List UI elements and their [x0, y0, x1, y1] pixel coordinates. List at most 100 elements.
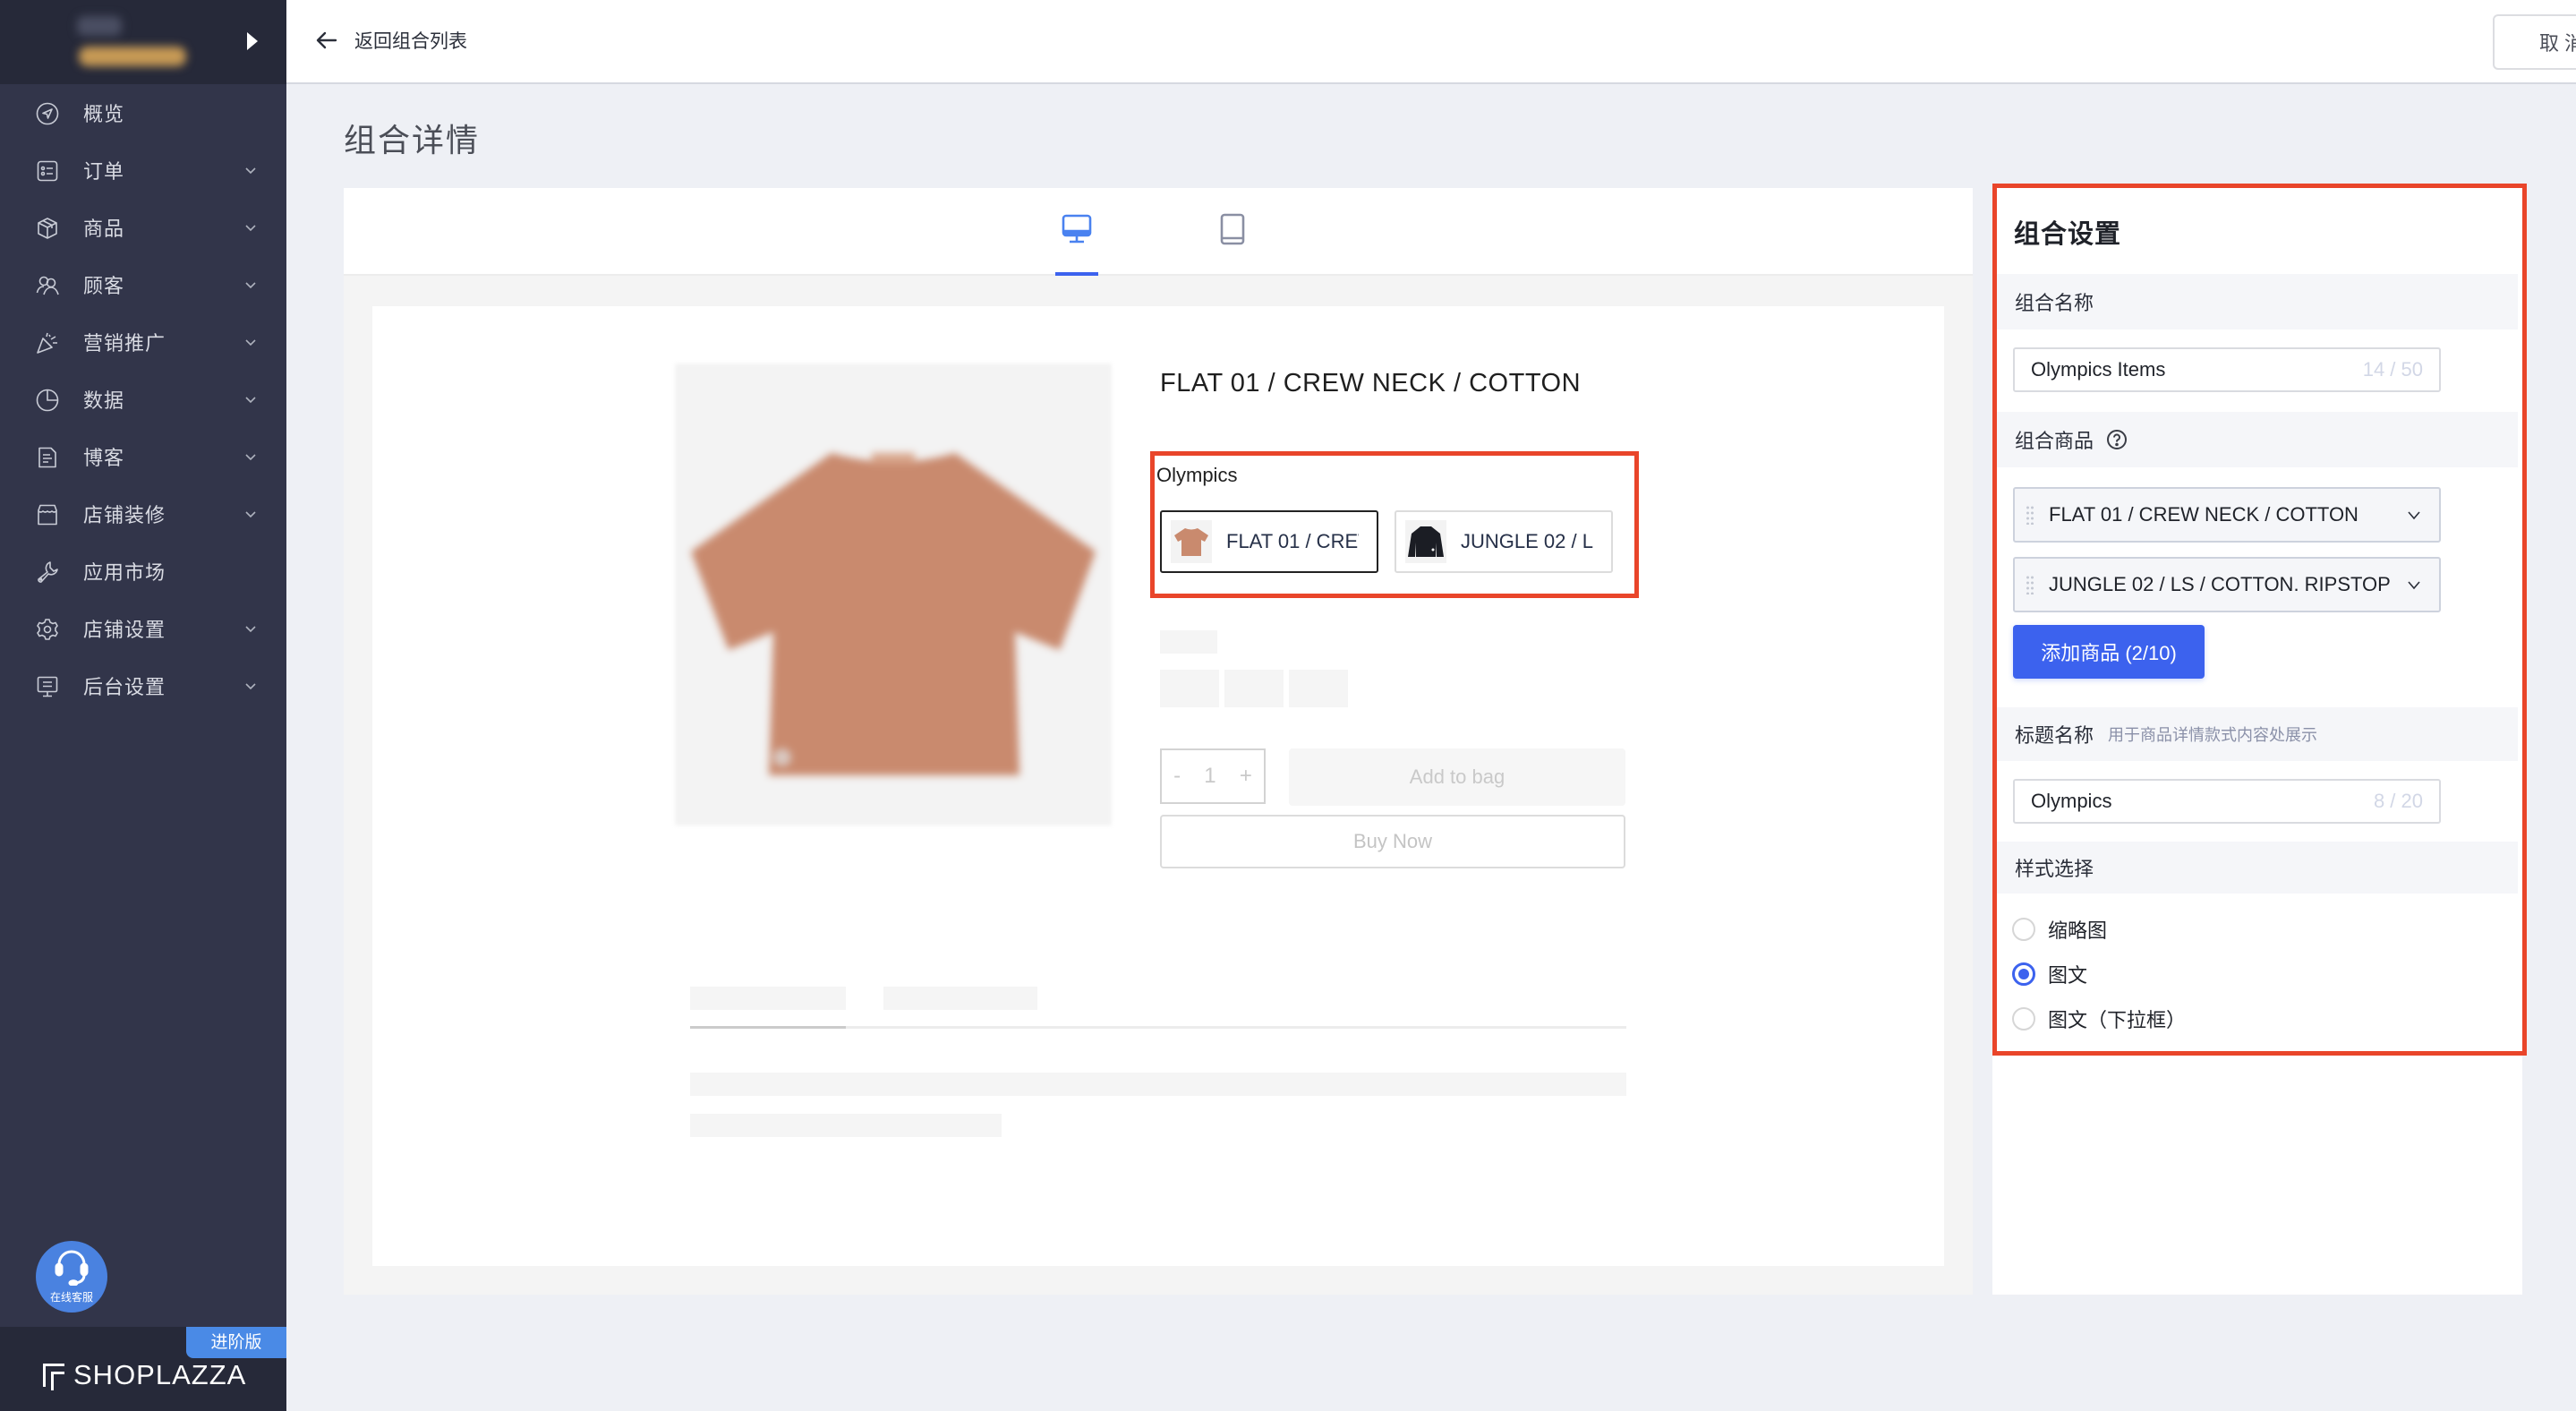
bundle-name-field[interactable]: 14 / 50 — [2013, 347, 2441, 392]
tab-mobile-preview[interactable] — [1211, 213, 1254, 276]
qty-decrement[interactable]: - — [1173, 764, 1181, 789]
bundle-product-select[interactable]: JUNGLE 02 / LS / COTTON. RIPSTOP — [2013, 557, 2441, 612]
add-to-bag-button[interactable]: Add to bag — [1289, 748, 1625, 806]
bundle-option-label: FLAT 01 / CREW NECK / COTTON — [1226, 530, 1359, 552]
sidebar-item-orders[interactable]: 订单 — [0, 141, 286, 199]
style-option-image-text[interactable]: 图文 — [2012, 960, 2087, 988]
wrench-icon — [36, 560, 59, 584]
product-title: FLAT 01 / CREW NECK / COTTON — [1160, 369, 1582, 398]
storefront-preview: FLAT 01 / CREW NECK / COTTON Olympics FL… — [372, 306, 1944, 1266]
radio-label: 图文 — [2048, 964, 2088, 987]
sidebar-item-analytics[interactable]: 数据 — [0, 371, 286, 428]
variant-placeholder — [1224, 670, 1284, 707]
bundle-option-label: JUNGLE 02 / LS / COTTON. RIPSTOP — [1461, 530, 1593, 552]
sidebar-item-store-settings[interactable]: 店铺设置 — [0, 600, 286, 657]
bundle-product-select[interactable]: FLAT 01 / CREW NECK / COTTON — [2013, 487, 2441, 543]
sidebar-item-app-market[interactable]: 应用市场 — [0, 543, 286, 600]
sidebar-item-products[interactable]: 商品 — [0, 199, 286, 256]
description-placeholder — [690, 1073, 1626, 1096]
qty-increment[interactable]: + — [1240, 764, 1252, 789]
chevron-down-icon — [243, 163, 258, 177]
bundle-option[interactable]: JUNGLE 02 / LS / COTTON. RIPSTOP — [1395, 510, 1613, 573]
store-name-blurred — [77, 16, 122, 36]
buy-now-button[interactable]: Buy Now — [1160, 815, 1625, 868]
tshirt-image — [691, 453, 1096, 775]
tab-active-indicator — [690, 1026, 846, 1029]
tablet-icon — [1220, 213, 1245, 245]
document-icon — [36, 446, 59, 469]
heading-name-input[interactable] — [2031, 790, 2374, 813]
sidebar-menu: 概览 订单 商品 顾客 营销推广 数据 博客 店铺装修 应用市场 店铺设置 后台… — [0, 84, 286, 714]
desktop-icon — [1062, 214, 1092, 244]
sidebar-item-label: 订单 — [83, 160, 125, 183]
section-heading-name: 标题名称 用于商品详情款式内容处展示 — [1997, 707, 2518, 761]
description-placeholder — [690, 1114, 1002, 1137]
radio-button[interactable] — [2012, 918, 2035, 941]
tab-placeholder — [883, 987, 1037, 1010]
sidebar-item-blog[interactable]: 博客 — [0, 428, 286, 485]
section-hint: 用于商品详情款式内容处展示 — [2108, 726, 2318, 744]
bundle-title: Olympics — [1156, 464, 1238, 486]
headset-icon — [55, 1250, 89, 1286]
help-icon[interactable] — [2106, 429, 2128, 450]
monitor-icon — [36, 675, 59, 698]
navigation-icon — [36, 102, 59, 125]
sidebar-item-label: 店铺装修 — [83, 504, 166, 526]
section-bundle-name: 组合名称 — [1997, 274, 2518, 329]
select-value: FLAT 01 / CREW NECK / COTTON — [2049, 503, 2358, 526]
sidebar-item-admin-settings[interactable]: 后台设置 — [0, 657, 286, 714]
chevron-down-icon — [243, 220, 258, 235]
heading-name-field[interactable]: 8 / 20 — [2013, 779, 2441, 824]
bundle-option[interactable]: FLAT 01 / CREW NECK / COTTON — [1160, 510, 1378, 573]
variant-placeholder — [1289, 670, 1348, 707]
sidebar-item-marketing[interactable]: 营销推广 — [0, 313, 286, 371]
sidebar-item-overview[interactable]: 概览 — [0, 84, 286, 141]
cancel-button[interactable]: 取消 — [2493, 14, 2576, 70]
bundle-name-input[interactable] — [2031, 358, 2363, 381]
tshirt-thumbnail-icon — [1171, 520, 1212, 563]
sidebar-item-store-design[interactable]: 店铺装修 — [0, 485, 286, 543]
radio-button[interactable] — [2012, 962, 2035, 986]
price-placeholder — [1160, 630, 1217, 654]
page-title: 组合详情 — [344, 122, 481, 158]
back-to-bundle-list-link[interactable]: 返回组合列表 — [315, 27, 467, 54]
style-option-image-text-dropdown[interactable]: 图文（下拉框） — [2012, 1005, 2186, 1033]
brand-name: SHOPLAZZA — [73, 1359, 247, 1390]
users-icon — [36, 274, 59, 297]
box-icon — [36, 217, 59, 240]
style-option-thumbnail[interactable]: 缩略图 — [2012, 915, 2107, 944]
jacket-thumbnail-icon — [1405, 520, 1446, 563]
drag-handle-icon[interactable] — [2026, 505, 2034, 525]
brand-logo: SHOPLAZZA — [43, 1359, 246, 1391]
radio-button[interactable] — [2012, 1007, 2035, 1030]
sidebar-item-label: 顾客 — [83, 275, 125, 297]
section-label: 组合商品 — [2015, 430, 2094, 452]
section-style: 样式选择 — [1997, 842, 2518, 894]
store-header[interactable] — [0, 0, 286, 84]
chevron-down-icon — [2408, 511, 2420, 520]
chevron-down-icon — [243, 507, 258, 521]
quantity-stepper[interactable]: - 1 + — [1160, 748, 1266, 804]
panel-title: 组合设置 — [2014, 220, 2122, 249]
chevron-down-icon — [243, 392, 258, 406]
sidebar-item-label: 数据 — [83, 389, 125, 412]
sidebar-item-customers[interactable]: 顾客 — [0, 256, 286, 313]
store-switch-arrow-icon[interactable] — [247, 32, 258, 50]
bundle-settings-panel: 组合设置 组合名称 14 / 50 组合商品 FLAT 01 / CREW NE… — [1992, 188, 2522, 1295]
sidebar-item-label: 应用市场 — [83, 561, 166, 584]
drag-handle-icon[interactable] — [2026, 575, 2034, 594]
sidebar: 概览 订单 商品 顾客 营销推广 数据 博客 店铺装修 应用市场 店铺设置 后台… — [0, 0, 286, 1411]
device-tabs — [344, 188, 1973, 276]
section-label: 样式选择 — [2015, 858, 2094, 880]
sidebar-item-label: 概览 — [83, 103, 125, 125]
sidebar-item-label: 后台设置 — [83, 676, 166, 698]
section-label: 标题名称 — [2015, 724, 2094, 747]
product-image — [675, 363, 1112, 825]
tab-desktop-preview[interactable] — [1055, 213, 1098, 276]
chevron-down-icon — [243, 621, 258, 636]
preview-card: FLAT 01 / CREW NECK / COTTON Olympics FL… — [344, 188, 1973, 1295]
storefront-icon — [36, 503, 59, 526]
online-support-button[interactable]: 在线客服 — [36, 1241, 107, 1313]
chevron-down-icon — [243, 335, 258, 349]
add-product-button[interactable]: 添加商品 (2/10) — [2013, 625, 2205, 679]
